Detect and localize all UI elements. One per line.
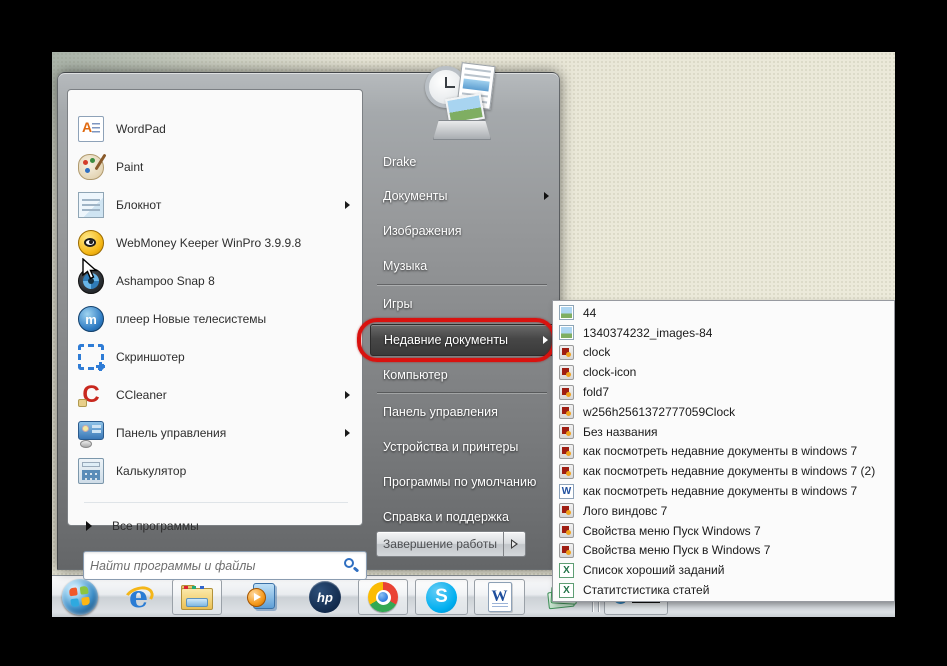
taskbar-word[interactable]: W — [474, 579, 525, 615]
submenu-arrow-icon — [543, 336, 548, 344]
start-orb-icon — [62, 579, 98, 615]
recent-doc-item[interactable]: 44 — [553, 303, 894, 323]
chrome-icon — [368, 582, 398, 612]
image-file-icon — [559, 503, 574, 518]
windows-explorer-icon — [181, 585, 213, 610]
start-menu: WordPad Paint Блокнот WebMoney Keeper Wi… — [57, 72, 560, 570]
start-item-music[interactable]: Музыка — [370, 250, 556, 282]
ccleaner-icon: C — [78, 382, 104, 408]
image-file-icon — [559, 385, 574, 400]
search-input[interactable] — [84, 559, 342, 573]
taskbar-chrome[interactable] — [358, 579, 408, 615]
start-item-control-panel[interactable]: Панель управления — [74, 414, 356, 452]
notepad-icon — [78, 192, 104, 218]
recent-doc-item[interactable]: w256h2561372777059Clock — [553, 402, 894, 422]
control-panel-icon — [78, 420, 104, 446]
start-item-ccleaner[interactable]: C CCleaner — [74, 376, 356, 414]
left-panel-separator — [84, 502, 348, 503]
image-file-icon — [559, 404, 574, 419]
image-file-icon — [559, 444, 574, 459]
start-item-notepad[interactable]: Блокнот — [74, 186, 356, 224]
recent-doc-item[interactable]: как посмотреть недавние документы в wind… — [553, 442, 894, 462]
all-programs-arrow-icon — [86, 521, 92, 531]
recent-doc-item[interactable]: clock — [553, 343, 894, 363]
submenu-arrow-icon — [544, 192, 549, 200]
right-panel-separator — [377, 393, 547, 394]
recent-items-clock-icon — [419, 58, 505, 150]
start-item-pictures[interactable]: Изображения — [370, 215, 556, 247]
start-item-help-support[interactable]: Справка и поддержка — [370, 501, 556, 533]
taskbar-skype[interactable]: S — [415, 579, 468, 615]
start-item-calculator[interactable]: Калькулятор — [74, 452, 356, 490]
shutdown-arrow-icon — [511, 539, 518, 549]
word-doc-icon: W — [559, 484, 574, 499]
word-icon: W — [488, 582, 512, 612]
right-panel-separator — [377, 285, 547, 286]
recent-doc-item[interactable]: как посмотреть недавние документы в wind… — [553, 461, 894, 481]
start-item-devices-printers[interactable]: Устройства и принтеры — [370, 431, 556, 463]
image-file-icon — [559, 365, 574, 380]
start-button[interactable] — [60, 580, 100, 614]
windows-media-player-icon — [246, 582, 276, 612]
wordpad-icon — [78, 116, 104, 142]
start-item-recent-documents[interactable]: Недавние документы — [370, 324, 556, 356]
screenshot-frame: WordPad Paint Блокнот WebMoney Keeper Wi… — [0, 0, 947, 666]
start-item-default-programs[interactable]: Программы по умолчанию — [370, 466, 556, 498]
shutdown-options-button[interactable] — [504, 531, 526, 557]
submenu-arrow-icon — [345, 391, 350, 399]
recent-doc-item[interactable]: Без названия — [553, 422, 894, 442]
start-item-games[interactable]: Игры — [370, 288, 556, 320]
excel-doc-icon: X — [559, 563, 574, 578]
recent-doc-item[interactable]: W как посмотреть недавние документы в wi… — [553, 481, 894, 501]
start-item-computer[interactable]: Компьютер — [370, 359, 556, 391]
recent-doc-item[interactable]: Свойства меню Пуск в Windows 7 — [553, 541, 894, 561]
internet-explorer-icon: e — [124, 581, 156, 613]
image-file-icon — [559, 523, 574, 538]
taskbar-windows-explorer[interactable] — [172, 579, 222, 615]
start-item-user[interactable]: Drake — [370, 146, 556, 178]
submenu-arrow-icon — [345, 201, 350, 209]
image-file-icon — [559, 464, 574, 479]
recent-doc-item[interactable]: X Статитстистика статей — [553, 580, 894, 600]
start-item-documents[interactable]: Документы — [370, 180, 556, 212]
calculator-icon — [78, 458, 104, 484]
recent-doc-item[interactable]: clock-icon — [553, 362, 894, 382]
recent-doc-item[interactable]: 1340374232_images-84 — [553, 323, 894, 343]
photo-file-icon — [559, 305, 574, 320]
desktop: WordPad Paint Блокнот WebMoney Keeper Wi… — [52, 52, 895, 617]
all-programs-button[interactable]: Все программы — [74, 512, 356, 540]
paint-icon — [78, 154, 104, 180]
start-item-webmoney[interactable]: WebMoney Keeper WinPro 3.9.9.8 — [74, 224, 356, 262]
screenshoter-icon — [78, 344, 104, 370]
image-file-icon — [559, 424, 574, 439]
start-item-control-panel-right[interactable]: Панель управления — [370, 396, 556, 428]
media-player-app-icon: m — [78, 306, 104, 332]
recent-doc-item[interactable]: fold7 — [553, 382, 894, 402]
image-file-icon — [559, 345, 574, 360]
taskbar-internet-explorer[interactable]: e — [118, 580, 162, 614]
recent-documents-submenu: 44 1340374232_images-84 clock clock-icon… — [552, 300, 895, 602]
recent-doc-item[interactable]: Свойства меню Пуск Windows 7 — [553, 521, 894, 541]
skype-icon: S — [426, 582, 457, 613]
recent-doc-item[interactable]: X Список хороший заданий — [553, 560, 894, 580]
image-file-icon — [559, 543, 574, 558]
taskbar-hp[interactable]: hp — [302, 580, 348, 614]
hp-icon: hp — [309, 581, 341, 613]
start-search-box[interactable] — [83, 551, 367, 580]
photo-file-icon — [559, 325, 574, 340]
search-icon — [342, 557, 360, 575]
taskbar-windows-media-player[interactable] — [238, 580, 284, 614]
submenu-arrow-icon — [345, 429, 350, 437]
start-item-screenshoter[interactable]: Скриншотер — [74, 338, 356, 376]
start-item-ashampoo-snap[interactable]: Ashampoo Snap 8 — [74, 262, 356, 300]
shutdown-button[interactable]: Завершение работы — [376, 531, 504, 557]
start-item-wordpad[interactable]: WordPad — [74, 110, 356, 148]
mouse-cursor — [82, 258, 101, 280]
start-item-paint[interactable]: Paint — [74, 148, 356, 186]
start-item-player[interactable]: m плеер Новые телесистемы — [74, 300, 356, 338]
start-menu-left-panel: WordPad Paint Блокнот WebMoney Keeper Wi… — [67, 89, 363, 526]
webmoney-icon — [78, 230, 104, 256]
excel-doc-icon: X — [559, 583, 574, 598]
recent-doc-item[interactable]: Лого виндовс 7 — [553, 501, 894, 521]
